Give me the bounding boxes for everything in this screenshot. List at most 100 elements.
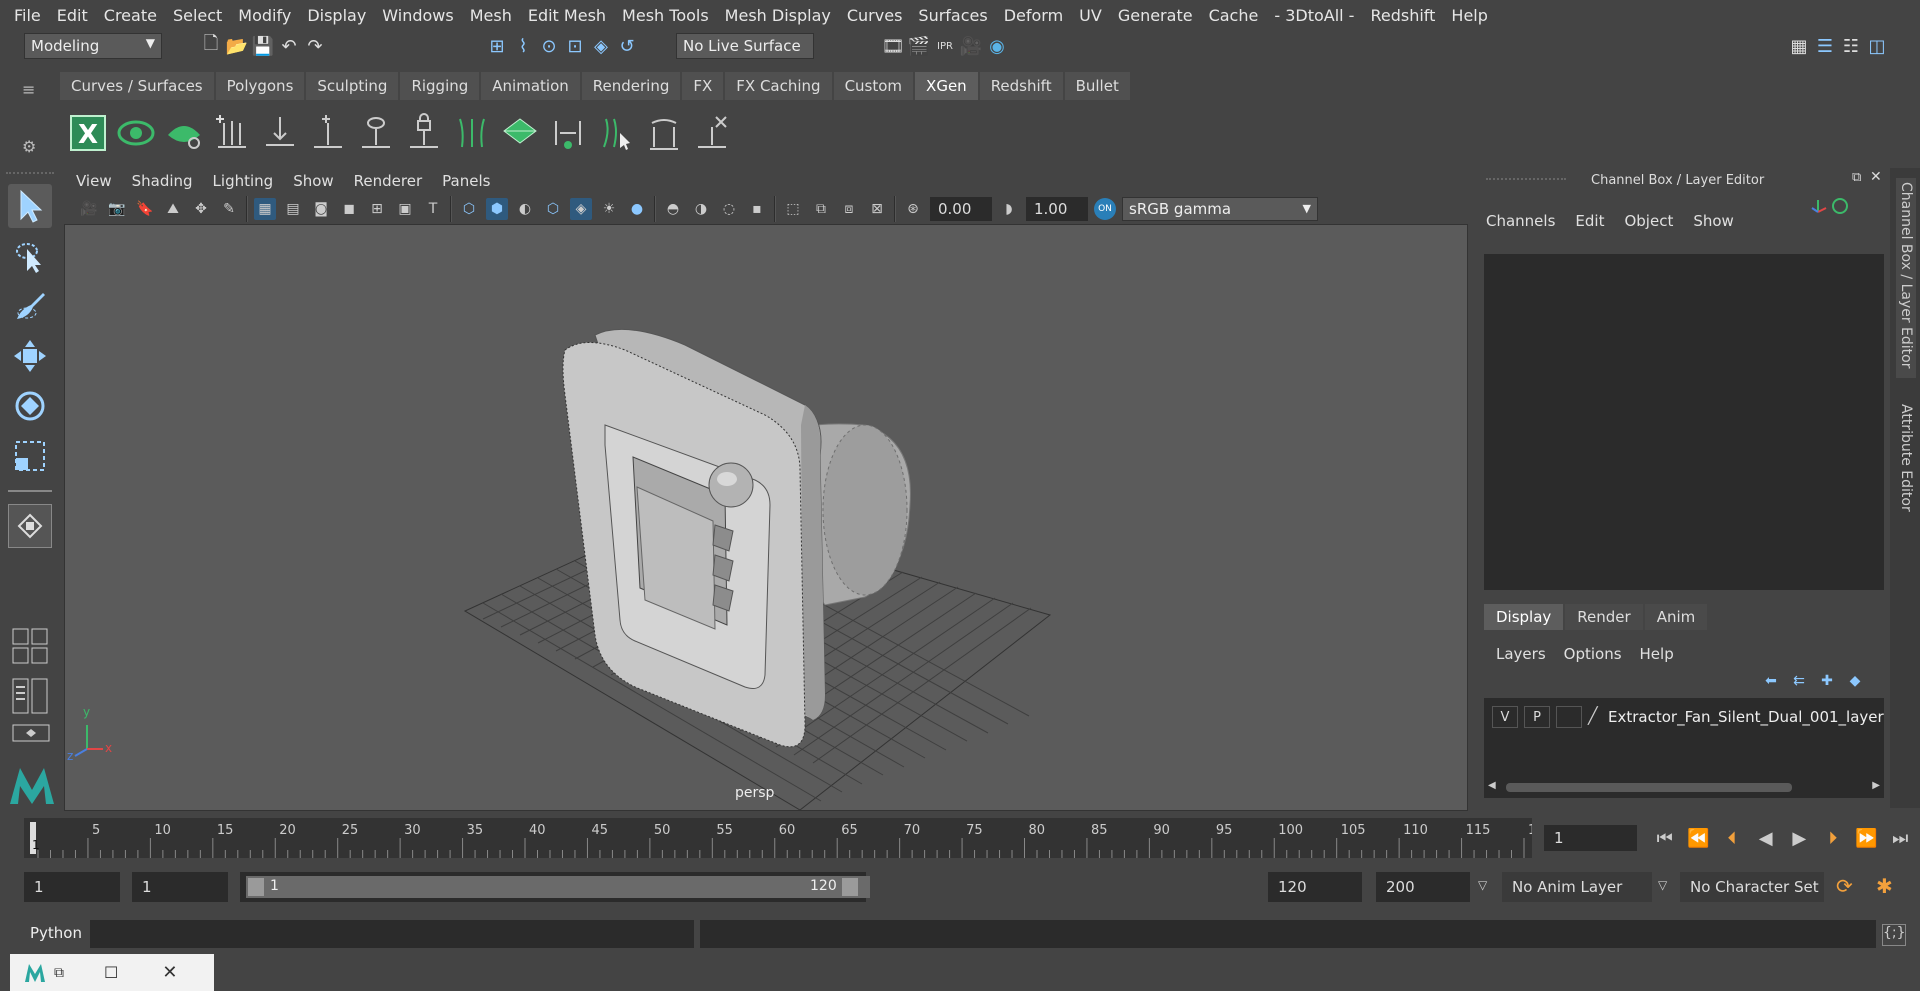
layer-menu-options[interactable]: Options — [1564, 645, 1622, 663]
xgen-editor-icon[interactable]: X — [68, 111, 108, 155]
close-icon[interactable]: ✕ — [162, 962, 177, 983]
colorspace-dropdown[interactable]: sRGB gamma ▼ — [1122, 197, 1318, 221]
paint-select-tool-icon[interactable] — [8, 284, 52, 328]
tab-sculpting[interactable]: Sculpting — [306, 72, 399, 100]
range-start-handle[interactable] — [248, 878, 264, 896]
axis-toggle-icon[interactable] — [1810, 196, 1854, 220]
2d-pan-zoom-icon[interactable]: ✥ — [190, 198, 212, 220]
animation-end-field[interactable]: 200 — [1376, 872, 1470, 902]
step-back-key-icon[interactable]: ⏴ — [1718, 827, 1746, 849]
xgen-clear-icon[interactable] — [164, 111, 204, 155]
maya-app-icon[interactable] — [24, 962, 46, 984]
channel-menu-show[interactable]: Show — [1693, 212, 1733, 230]
command-input[interactable] — [90, 920, 694, 948]
wireframe-icon[interactable]: ⬡ — [458, 198, 480, 220]
open-scene-icon[interactable]: 📂 — [224, 33, 250, 59]
tab-polygons[interactable]: Polygons — [215, 72, 305, 100]
wireframe-on-shaded-icon[interactable]: ⬡ — [542, 198, 564, 220]
playback-end-field[interactable]: 120 — [1268, 872, 1362, 902]
tab-xgen[interactable]: XGen — [915, 72, 978, 100]
camera-select-icon[interactable]: 🎥 — [78, 198, 100, 220]
viewport-menu-view[interactable]: View — [76, 172, 112, 190]
field-chart-icon[interactable]: ⊞ — [366, 198, 388, 220]
layer-menu-help[interactable]: Help — [1640, 645, 1674, 663]
step-forward-frame-icon[interactable]: ⏩ — [1853, 827, 1881, 849]
outliner-layout-icon[interactable] — [12, 724, 52, 742]
default-material-icon[interactable]: ◐ — [514, 198, 536, 220]
tab-redshift[interactable]: Redshift — [979, 72, 1063, 100]
smooth-shade-icon[interactable]: ⬢ — [486, 198, 508, 220]
snap-edge-icon[interactable]: ↺ — [614, 33, 640, 59]
tab-attribute-editor[interactable]: Attribute Editor — [1896, 400, 1916, 540]
layer-menu-layers[interactable]: Layers — [1496, 645, 1546, 663]
step-forward-key-icon[interactable]: ⏵ — [1819, 827, 1847, 849]
menu-mesh-display[interactable]: Mesh Display — [717, 6, 839, 25]
menu-mesh-tools[interactable]: Mesh Tools — [614, 6, 717, 25]
menu-deform[interactable]: Deform — [996, 6, 1071, 25]
render-view-icon[interactable]: 🎥 — [958, 33, 984, 59]
anti-alias-icon[interactable]: ◌ — [718, 198, 740, 220]
go-to-start-icon[interactable]: ⏮ — [1651, 827, 1679, 849]
character-set-dropdown[interactable]: No Character Set — [1680, 872, 1824, 902]
scroll-left-icon[interactable]: ◀ — [1488, 780, 1496, 791]
channel-box-area[interactable] — [1484, 254, 1884, 590]
isolate-select-icon[interactable]: ⬚ — [782, 198, 804, 220]
grid-icon[interactable]: ▦ — [254, 198, 276, 220]
range-slider[interactable]: 1 120 — [240, 872, 870, 902]
move-layer-up-icon[interactable]: ⬅ — [1760, 670, 1782, 692]
exposure-icon[interactable]: ⊛ — [902, 198, 924, 220]
menu-create[interactable]: Create — [96, 6, 165, 25]
gate-mask-icon[interactable]: ◼ — [338, 198, 360, 220]
ipr-render-icon[interactable]: IPR — [932, 33, 958, 59]
scale-guides-icon[interactable] — [548, 111, 588, 155]
layer-visibility-toggle[interactable]: V — [1492, 706, 1518, 728]
lock-guides-icon[interactable] — [404, 111, 444, 155]
layer-scrollbar[interactable]: ◀ ▶ — [1488, 780, 1880, 794]
menu-windows[interactable]: Windows — [374, 6, 461, 25]
color-management-icon[interactable]: ON — [1094, 198, 1116, 220]
render-settings-icon[interactable]: 🎞 — [880, 33, 906, 59]
render-frame-icon[interactable]: 🎬 — [906, 33, 932, 59]
snap-grid-icon[interactable]: ⊞ — [484, 33, 510, 59]
snap-point-icon[interactable]: ⊙ — [536, 33, 562, 59]
snap-surface-icon[interactable]: ◈ — [588, 33, 614, 59]
menu-3dtoall[interactable]: - 3DtoAll - — [1266, 6, 1362, 25]
screen-space-ao-icon[interactable]: ◓ — [662, 198, 684, 220]
safe-title-icon[interactable]: T — [422, 198, 444, 220]
menu-uv[interactable]: UV — [1071, 6, 1110, 25]
shelf-settings-icon[interactable]: ⚙ — [22, 137, 46, 156]
menu-file[interactable]: File — [6, 6, 49, 25]
menu-select[interactable]: Select — [165, 6, 230, 25]
exposure-field[interactable]: 0.00 — [930, 197, 992, 221]
new-layer-selected-icon[interactable]: ◆ — [1844, 670, 1866, 692]
cut-guides-icon[interactable] — [644, 111, 684, 155]
xray-joints-icon[interactable]: ⊠ — [866, 198, 888, 220]
safe-action-icon[interactable]: ▣ — [394, 198, 416, 220]
menu-generate[interactable]: Generate — [1110, 6, 1201, 25]
shadows-icon[interactable]: ● — [626, 198, 648, 220]
chevron-down-icon[interactable]: ▽ — [1658, 878, 1667, 892]
go-to-end-icon[interactable]: ⏭ — [1886, 827, 1914, 849]
tab-bullet[interactable]: Bullet — [1064, 72, 1130, 100]
layer-toggle-icon[interactable]: ◫ — [1864, 33, 1890, 59]
move-tool-icon[interactable] — [8, 334, 52, 378]
play-forward-icon[interactable]: ▶ — [1785, 827, 1813, 849]
live-surface-field[interactable]: No Live Surface — [676, 33, 814, 59]
menu-display[interactable]: Display — [299, 6, 374, 25]
menu-surfaces[interactable]: Surfaces — [910, 6, 995, 25]
tab-curves-surfaces[interactable]: Curves / Surfaces — [60, 72, 214, 100]
channel-menu-edit[interactable]: Edit — [1575, 212, 1604, 230]
shelf-menu-icon[interactable]: ≡ — [22, 80, 46, 99]
menu-redshift[interactable]: Redshift — [1362, 6, 1443, 25]
tab-rendering[interactable]: Rendering — [581, 72, 681, 100]
restore-icon[interactable]: ⧉ — [54, 965, 64, 981]
save-scene-icon[interactable]: 💾 — [250, 33, 276, 59]
script-editor-icon[interactable]: {;} — [1882, 924, 1906, 946]
menu-help[interactable]: Help — [1443, 6, 1495, 25]
menu-edit[interactable]: Edit — [49, 6, 96, 25]
xgen-preview-icon[interactable] — [116, 111, 156, 155]
use-all-lights-icon[interactable]: ☀ — [598, 198, 620, 220]
hypershade-icon[interactable]: ◉ — [984, 33, 1010, 59]
range-end-handle[interactable] — [842, 878, 858, 896]
menu-set-dropdown[interactable]: Modeling ▼ — [24, 33, 162, 59]
